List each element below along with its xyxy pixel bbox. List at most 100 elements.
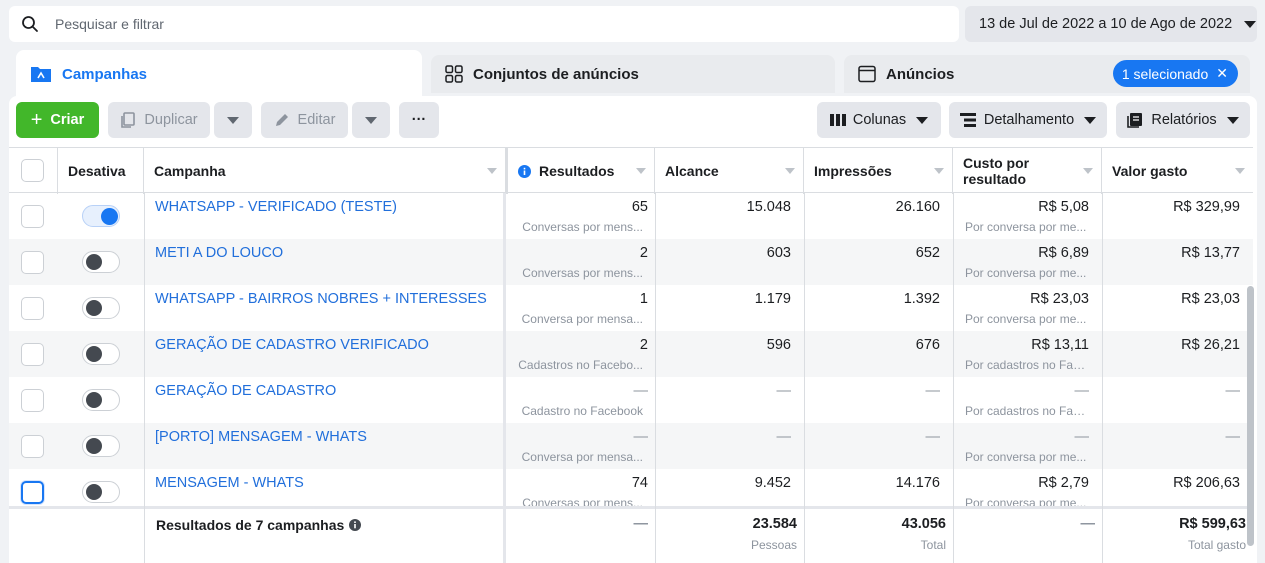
date-range-picker[interactable]: 13 de Jul de 2022 a 10 de Ago de 2022 bbox=[965, 6, 1257, 42]
spent-value: R$ 13,77 bbox=[1181, 245, 1240, 261]
toolbar: + Criar Duplicar Editar ··· Colunas Deta… bbox=[9, 96, 1257, 146]
duplicate-dropdown[interactable] bbox=[214, 102, 252, 138]
cost-value: R$ 5,08 bbox=[1038, 199, 1089, 215]
sort-icon bbox=[934, 168, 944, 174]
duplicate-icon bbox=[121, 112, 136, 128]
create-button[interactable]: + Criar bbox=[16, 102, 99, 138]
select-all-checkbox[interactable] bbox=[21, 159, 44, 182]
row-checkbox[interactable] bbox=[21, 343, 44, 366]
campaign-name-link[interactable]: WHATSAPP - VERIFICADO (TESTE) bbox=[155, 199, 397, 215]
results-value: 1 bbox=[639, 291, 648, 307]
edit-dropdown[interactable] bbox=[352, 102, 390, 138]
campaign-name-link[interactable]: WHATSAPP - BAIRROS NOBRES + INTERESSES bbox=[155, 291, 487, 307]
info-icon[interactable] bbox=[349, 519, 362, 531]
plus-icon: + bbox=[30, 109, 43, 131]
selected-count-chip[interactable]: 1 selecionado ✕ bbox=[1112, 60, 1238, 87]
results-value: 2 bbox=[639, 337, 648, 353]
campaign-toggle[interactable] bbox=[82, 297, 120, 319]
column-header-reach[interactable]: Alcance bbox=[655, 148, 804, 194]
cost-type: Por conversa por me... bbox=[965, 450, 1087, 464]
table-row[interactable]: GERAÇÃO DE CADASTRO VERIFICADO 2 Cadastros… bbox=[9, 331, 1253, 377]
campaign-name-link[interactable]: MENSAGEM - WHATS bbox=[155, 475, 304, 491]
results-type: Conversa por mensa... bbox=[521, 312, 643, 326]
row-checkbox[interactable] bbox=[21, 205, 44, 228]
column-header-campaign[interactable]: Campanha bbox=[144, 148, 506, 194]
breakdown-button-label: Detalhamento bbox=[983, 112, 1075, 128]
campaign-name-link[interactable]: GERAÇÃO DE CADASTRO VERIFICADO bbox=[155, 337, 429, 353]
impressions-value: — bbox=[925, 429, 941, 445]
reach-value: 596 bbox=[766, 337, 791, 353]
sort-icon bbox=[1083, 168, 1093, 174]
toggle-knob bbox=[86, 254, 102, 270]
results-type: Conversas por mens... bbox=[522, 220, 643, 234]
campaign-toggle[interactable] bbox=[82, 435, 120, 457]
tab-adsets[interactable]: Conjuntos de anúncios bbox=[431, 55, 835, 93]
campaign-name-link[interactable]: METI A DO LOUCO bbox=[155, 245, 283, 261]
campaign-toggle[interactable] bbox=[82, 343, 120, 365]
cost-value: R$ 13,11 bbox=[1031, 337, 1089, 353]
close-icon[interactable]: ✕ bbox=[1216, 65, 1228, 82]
campaign-name-link[interactable]: [PORTO] MENSAGEM - WHATS bbox=[155, 429, 367, 445]
results-type: Cadastros no Facebo... bbox=[518, 358, 643, 372]
toggle-knob bbox=[101, 208, 118, 225]
sort-icon bbox=[636, 168, 646, 174]
column-header-off[interactable]: Desativa bbox=[58, 148, 144, 194]
campaign-toggle[interactable] bbox=[82, 389, 120, 411]
campaign-name-link[interactable]: GERAÇÃO DE CADASTRO bbox=[155, 383, 336, 399]
row-checkbox[interactable] bbox=[21, 389, 44, 412]
breakdown-button[interactable]: Detalhamento bbox=[949, 102, 1107, 138]
column-header-impressions-label: Impressões bbox=[814, 163, 892, 179]
results-value: — bbox=[633, 429, 649, 445]
chevron-down-icon bbox=[916, 116, 929, 124]
spent-value: — bbox=[1225, 429, 1241, 445]
columns-icon bbox=[829, 114, 846, 126]
duplicate-button[interactable]: Duplicar bbox=[108, 102, 210, 138]
tab-campaigns[interactable]: Campanhas bbox=[16, 50, 422, 98]
cost-type: Por cadastros no Fac... bbox=[965, 358, 1089, 372]
toggle-knob bbox=[86, 300, 102, 316]
reach-value: — bbox=[776, 383, 792, 399]
campaign-toggle[interactable] bbox=[82, 251, 120, 273]
table-row[interactable]: [PORTO] MENSAGEM - WHATS — Conversa por me… bbox=[9, 423, 1253, 469]
columns-button[interactable]: Colunas bbox=[817, 102, 941, 138]
impressions-value: 1.392 bbox=[903, 291, 940, 307]
ad-window-icon bbox=[858, 65, 876, 83]
campaign-toggle[interactable] bbox=[82, 205, 120, 227]
column-divider bbox=[804, 193, 805, 563]
results-value: 2 bbox=[639, 245, 648, 261]
cost-value: — bbox=[1074, 383, 1090, 399]
create-button-label: Criar bbox=[50, 112, 85, 128]
table-row[interactable]: METI A DO LOUCO 2 Conversas por mens... 603… bbox=[9, 239, 1253, 285]
column-header-cost[interactable]: Custo por resultado bbox=[953, 148, 1102, 194]
table-row[interactable]: WHATSAPP - VERIFICADO (TESTE) 65 Conversas… bbox=[9, 193, 1253, 239]
row-checkbox[interactable] bbox=[21, 435, 44, 458]
column-header-impressions[interactable]: Impressões bbox=[804, 148, 953, 194]
row-checkbox[interactable] bbox=[21, 481, 44, 504]
cost-type: Por cadastros no Fac... bbox=[965, 404, 1089, 418]
cost-value: R$ 2,79 bbox=[1038, 475, 1089, 491]
column-header-results[interactable]: Resultados bbox=[506, 148, 655, 194]
reports-button[interactable]: Relatórios bbox=[1116, 102, 1250, 138]
impressions-value: 26.160 bbox=[895, 199, 940, 215]
totals-label-text: Resultados de 7 campanhas bbox=[156, 517, 345, 533]
search-bar[interactable] bbox=[9, 6, 959, 42]
table-row[interactable]: WHATSAPP - BAIRROS NOBRES + INTERESSES 1 C… bbox=[9, 285, 1253, 331]
more-button[interactable]: ··· bbox=[399, 102, 439, 138]
toggle-knob bbox=[86, 438, 102, 454]
vertical-scrollbar[interactable] bbox=[1247, 286, 1254, 546]
row-checkbox[interactable] bbox=[21, 297, 44, 320]
edit-button[interactable]: Editar bbox=[261, 102, 348, 138]
tab-ads[interactable]: Anúncios 1 selecionado ✕ bbox=[844, 55, 1250, 93]
toggle-knob bbox=[86, 392, 102, 408]
column-header-spent[interactable]: Valor gasto bbox=[1102, 148, 1253, 194]
column-divider bbox=[144, 193, 145, 563]
row-checkbox[interactable] bbox=[21, 251, 44, 274]
reports-icon bbox=[1127, 113, 1143, 128]
totals-impressions: 43.056 bbox=[901, 516, 946, 532]
spent-value: R$ 26,21 bbox=[1181, 337, 1240, 353]
search-icon bbox=[22, 16, 38, 32]
search-input[interactable] bbox=[55, 16, 935, 32]
campaign-toggle[interactable] bbox=[82, 481, 120, 503]
table-row[interactable]: GERAÇÃO DE CADASTRO — Cadastro no Facebook… bbox=[9, 377, 1253, 423]
results-type: Cadastro no Facebook bbox=[521, 404, 643, 418]
